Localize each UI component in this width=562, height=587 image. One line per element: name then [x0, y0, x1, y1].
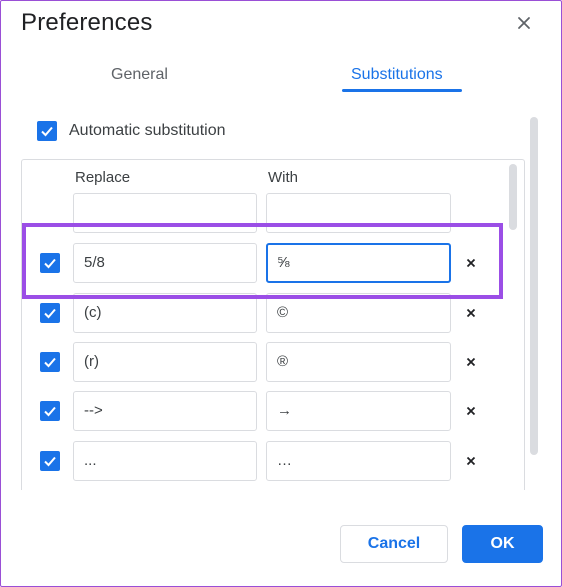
row-checkbox[interactable] [40, 352, 60, 372]
active-tab-indicator [342, 89, 462, 92]
with-input[interactable]: © [266, 293, 451, 333]
row-checkbox[interactable] [40, 451, 60, 471]
with-input[interactable]: → [266, 391, 451, 431]
dialog-scrollbar[interactable] [530, 117, 538, 455]
with-input[interactable]: ® [266, 342, 451, 382]
column-header-with: With [268, 169, 298, 186]
column-header-replace: Replace [75, 169, 131, 186]
replace-input[interactable]: --> [73, 391, 257, 431]
tab-general[interactable]: General [111, 66, 168, 84]
delete-row-icon[interactable] [464, 404, 478, 418]
delete-row-icon[interactable] [464, 256, 478, 270]
check-icon [44, 456, 56, 467]
replace-input[interactable]: (r) [73, 342, 257, 382]
row-checkbox[interactable] [40, 303, 60, 323]
new-replace-input[interactable] [73, 193, 257, 233]
replace-input[interactable]: 5/8 [73, 243, 257, 283]
new-with-input[interactable] [266, 193, 451, 233]
delete-row-icon[interactable] [464, 306, 478, 320]
delete-row-icon[interactable] [464, 355, 478, 369]
check-icon [41, 126, 53, 137]
automatic-substitution-label: Automatic substitution [69, 122, 226, 139]
replace-input[interactable]: ... [73, 441, 257, 481]
delete-row-icon[interactable] [464, 454, 478, 468]
cancel-button[interactable]: Cancel [340, 525, 448, 563]
automatic-substitution-checkbox[interactable] [37, 121, 57, 141]
table-scrollbar[interactable] [509, 164, 517, 230]
replace-input[interactable]: (c) [73, 293, 257, 333]
close-icon[interactable] [514, 13, 534, 33]
row-checkbox[interactable] [40, 401, 60, 421]
check-icon [44, 406, 56, 417]
check-icon [44, 258, 56, 269]
dialog-title: Preferences [21, 9, 153, 36]
with-input[interactable]: ⅝ [266, 243, 451, 283]
row-checkbox[interactable] [40, 253, 60, 273]
ok-button[interactable]: OK [462, 525, 543, 563]
with-input[interactable]: … [266, 441, 451, 481]
check-icon [44, 308, 56, 319]
tab-substitutions[interactable]: Substitutions [351, 66, 443, 84]
check-icon [44, 357, 56, 368]
